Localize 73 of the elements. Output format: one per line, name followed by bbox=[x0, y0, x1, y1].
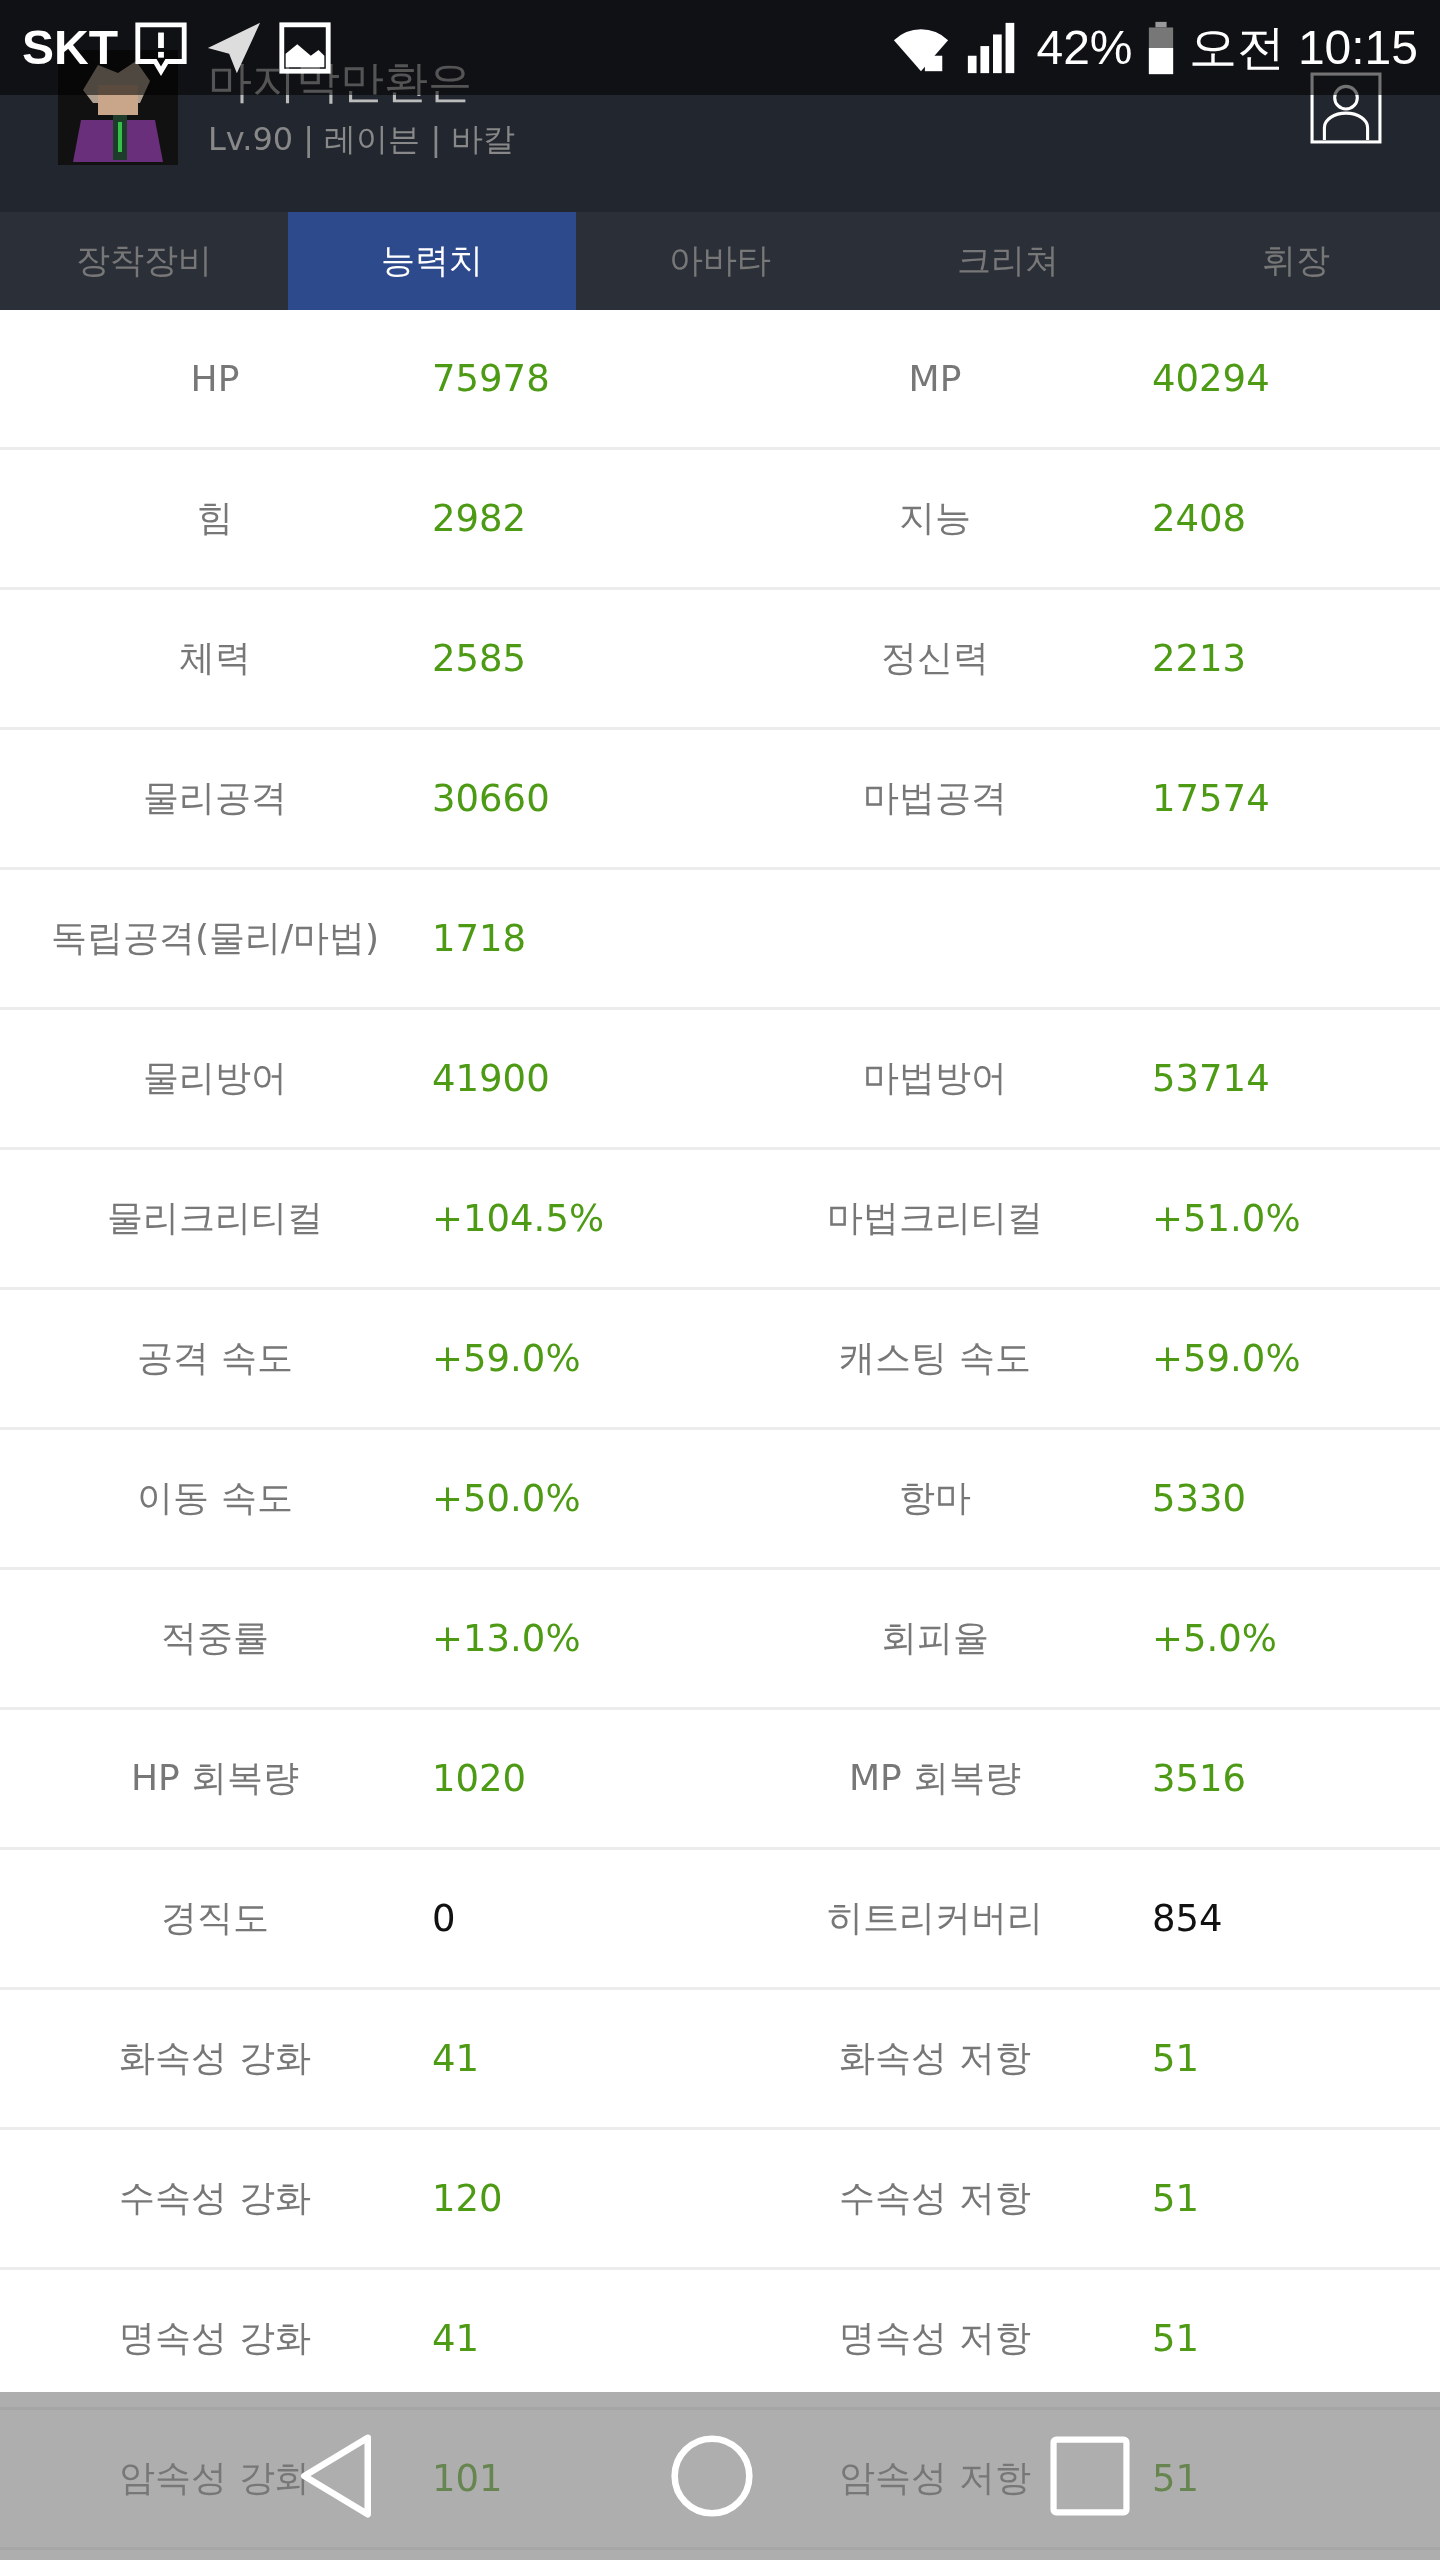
stat-value: 1718 bbox=[431, 917, 527, 960]
home-icon[interactable] bbox=[670, 2434, 754, 2518]
stat-value: 2982 bbox=[431, 497, 527, 540]
stat-value: 101 bbox=[431, 2457, 503, 2500]
stat-value: 53714 bbox=[1151, 1057, 1270, 1100]
stat-value: 41900 bbox=[431, 1057, 550, 1100]
recent-apps-icon[interactable] bbox=[1050, 2436, 1130, 2516]
stat-value: 854 bbox=[1151, 1897, 1223, 1940]
stat-value: 17574 bbox=[1151, 777, 1270, 820]
stat-label: 수속성 저항 bbox=[839, 2176, 1031, 2220]
stat-value: 2213 bbox=[1151, 637, 1247, 680]
stat-value: 30660 bbox=[431, 777, 550, 820]
stat-label: 물리공격 bbox=[143, 776, 287, 820]
tab[interactable]: 아바타 bbox=[576, 212, 864, 310]
stat-value: +59.0% bbox=[431, 1337, 581, 1380]
stat-label: 적중률 bbox=[161, 1616, 269, 1660]
tab[interactable]: 휘장 bbox=[1152, 212, 1440, 310]
stat-value: 51 bbox=[1151, 2177, 1200, 2220]
stat-value: 2408 bbox=[1151, 497, 1247, 540]
stat-label: 물리방어 bbox=[143, 1056, 287, 1100]
stat-label: HP bbox=[190, 358, 240, 399]
stat-label: 이동 속도 bbox=[137, 1476, 293, 1520]
stat-label: 항마 bbox=[899, 1476, 971, 1520]
clock: 오전 10:15 bbox=[1188, 19, 1418, 76]
stat-value: 5330 bbox=[1151, 1477, 1247, 1520]
stat-value: 0 bbox=[431, 1897, 456, 1940]
stat-label: 명속성 저항 bbox=[839, 2316, 1031, 2360]
carrier-label: SKT bbox=[22, 20, 118, 75]
stat-label: 마법크리티컬 bbox=[827, 1196, 1043, 1240]
stat-label: 경직도 bbox=[161, 1896, 269, 1940]
stat-label: 히트리커버리 bbox=[827, 1896, 1043, 1940]
stat-label: 지능 bbox=[899, 496, 971, 540]
stat-label: 명속성 강화 bbox=[119, 2316, 311, 2360]
stat-label: HP 회복량 bbox=[130, 1756, 300, 1800]
stat-value: +104.5% bbox=[431, 1197, 605, 1240]
stat-value: 51 bbox=[1151, 2037, 1200, 2080]
stat-value: +59.0% bbox=[1151, 1337, 1301, 1380]
stat-label: 화속성 강화 bbox=[119, 2036, 311, 2080]
stat-value: +5.0% bbox=[1151, 1617, 1277, 1660]
stat-label: 마법방어 bbox=[863, 1056, 1007, 1100]
profile-icon[interactable] bbox=[1310, 71, 1382, 144]
tab[interactable]: 장착장비 bbox=[0, 212, 288, 310]
stat-value: +13.0% bbox=[431, 1617, 581, 1660]
stat-label: MP 회복량 bbox=[848, 1756, 1022, 1800]
stat-value: +51.0% bbox=[1151, 1197, 1301, 1240]
stat-value: 2585 bbox=[431, 637, 527, 680]
stat-label: 정신력 bbox=[881, 636, 989, 680]
stat-label: 공격 속도 bbox=[137, 1336, 293, 1380]
stat-value: 75978 bbox=[431, 357, 550, 400]
stat-value: 51 bbox=[1151, 2317, 1200, 2360]
stat-value: 41 bbox=[431, 2037, 480, 2080]
stat-label: 화속성 저항 bbox=[839, 2036, 1031, 2080]
stat-label: 체력 bbox=[179, 636, 251, 680]
stat-label: 독립공격(물리/마법) bbox=[50, 916, 380, 960]
stat-label: 수속성 강화 bbox=[119, 2176, 311, 2220]
stat-value: +50.0% bbox=[431, 1477, 581, 1520]
stat-label: 힘 bbox=[197, 496, 233, 540]
stat-label: 회피율 bbox=[881, 1616, 989, 1660]
stat-label: MP bbox=[908, 358, 962, 399]
stat-value: 3516 bbox=[1151, 1757, 1247, 1800]
stat-value: 51 bbox=[1151, 2457, 1200, 2500]
stat-label: 마법공격 bbox=[863, 776, 1007, 820]
battery-percent: 42% bbox=[1036, 20, 1133, 75]
stat-label: 물리크리티컬 bbox=[107, 1196, 323, 1240]
character-info: Lv.90 | 레이븐 | 바칼 bbox=[208, 119, 517, 160]
character-name: 마지막만환은 bbox=[208, 55, 473, 109]
stat-value: 1020 bbox=[431, 1757, 527, 1800]
stat-value: 120 bbox=[431, 2177, 503, 2220]
tab[interactable]: 능력치 bbox=[288, 212, 576, 310]
tab[interactable]: 크리쳐 bbox=[864, 212, 1152, 310]
stat-label: 캐스팅 속도 bbox=[839, 1336, 1031, 1380]
stat-value: 41 bbox=[431, 2317, 480, 2360]
stat-value: 40294 bbox=[1151, 357, 1270, 400]
